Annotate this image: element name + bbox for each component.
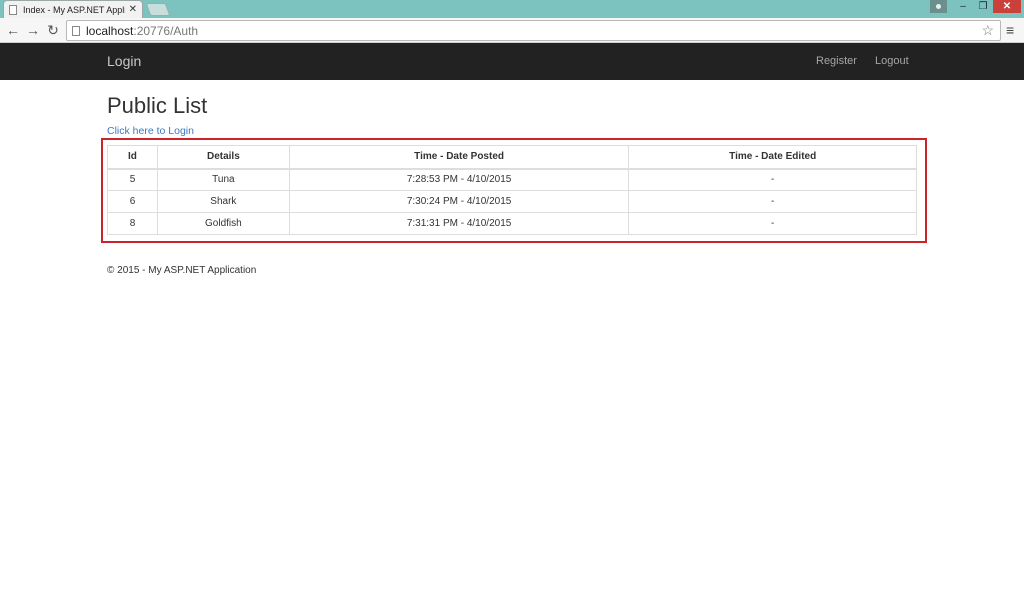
cell-date-edited: - [628,190,917,213]
bookmark-star-icon[interactable]: ☆ [981,22,994,39]
header-date-posted: Time - Date Posted [288,145,630,170]
table-row: 6 Shark 7:30:24 PM - 4/10/2015 - [107,190,917,213]
browser-menu-icon[interactable]: ≡ [1006,22,1020,38]
maximize-icon[interactable]: ❐ [973,0,993,13]
window-close-icon[interactable]: ✕ [993,0,1021,13]
cell-id: 8 [107,212,158,235]
browser-toolbar: ← → ↻ localhost:20776/Auth ☆ ≡ [0,18,1024,43]
nav-logout-link[interactable]: Logout [875,55,909,67]
cell-id: 6 [107,190,158,213]
cell-date-edited: - [628,168,917,191]
page-icon [9,4,17,15]
cell-date-edited: - [628,212,917,235]
login-link[interactable]: Click here to Login [107,125,194,137]
page-info-icon [72,25,80,36]
cell-date-posted: 7:28:53 PM - 4/10/2015 [288,168,630,191]
nav-register-link[interactable]: Register [816,55,857,67]
page-title: Public List [107,93,208,118]
site-navbar: Login Register Logout [0,43,1024,80]
minimize-icon[interactable]: – [953,0,973,13]
public-list-table: Id Details Time - Date Posted Time - Dat… [107,145,917,235]
cell-date-posted: 7:31:31 PM - 4/10/2015 [288,212,630,235]
cell-details: Shark [156,190,290,213]
cell-id: 5 [107,168,158,191]
url-host: localhost [86,23,134,38]
forward-arrow-icon[interactable]: → [25,22,41,38]
url-path: :20776/Auth [133,23,199,38]
reload-icon[interactable]: ↻ [45,22,61,38]
cell-details: Goldfish [156,212,290,235]
new-tab-button[interactable] [145,3,171,16]
browser-titlebar: Index - My ASP.NET Appli ✕ – ❐ ✕ [0,0,1024,18]
table-row: 8 Goldfish 7:31:31 PM - 4/10/2015 - [107,212,917,235]
navbar-brand-login[interactable]: Login [107,53,141,69]
header-details: Details [156,145,290,170]
back-arrow-icon[interactable]: ← [5,22,21,38]
cell-date-posted: 7:30:24 PM - 4/10/2015 [288,190,630,213]
cell-details: Tuna [156,168,290,191]
header-id: Id [107,145,158,170]
tab-title: Index - My ASP.NET Appli [23,4,125,15]
header-date-edited: Time - Date Edited [628,145,917,170]
address-bar[interactable]: localhost:20776/Auth ☆ [66,20,1001,41]
close-tab-icon[interactable]: ✕ [129,4,137,15]
browser-tab[interactable]: Index - My ASP.NET Appli ✕ [3,0,143,18]
user-profile-icon[interactable] [930,0,947,13]
table-header-row: Id Details Time - Date Posted Time - Dat… [107,145,917,170]
footer-copyright: © 2015 - My ASP.NET Application [107,265,257,276]
table-row: 5 Tuna 7:28:53 PM - 4/10/2015 - [107,168,917,191]
